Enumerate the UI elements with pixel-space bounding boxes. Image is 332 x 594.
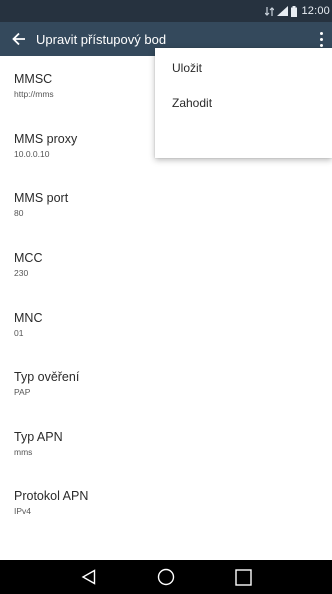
setting-mms-port[interactable]: MMS port 80 (0, 175, 332, 235)
setting-label: MMS port (14, 191, 69, 206)
menu-item-save[interactable]: Uložit (155, 48, 332, 88)
setting-label: Typ APN (14, 429, 63, 444)
battery-icon (291, 5, 298, 17)
page-title: Upravit přístupový bod (36, 31, 167, 47)
setting-value: PAP (14, 387, 31, 398)
setting-value: IPv4 (14, 506, 32, 517)
overflow-menu: Uložit Zahodit (155, 48, 332, 158)
setting-apn-type[interactable]: Typ APN mms (0, 414, 332, 474)
setting-label: Protokol APN (14, 489, 89, 504)
back-arrow-icon[interactable] (2, 22, 36, 56)
nav-home-icon[interactable] (151, 562, 181, 592)
setting-value: 80 (14, 208, 24, 219)
setting-mcc[interactable]: MCC 230 (0, 235, 332, 295)
menu-item-discard[interactable]: Zahodit (155, 88, 332, 118)
nav-back-icon[interactable] (74, 562, 104, 592)
data-arrows-icon (265, 6, 275, 17)
setting-value: mms (14, 446, 33, 457)
setting-mnc[interactable]: MNC 01 (0, 294, 332, 354)
setting-label: MCC (14, 251, 43, 266)
setting-label: Typ ověření (14, 370, 80, 385)
status-bar: 12:00 (0, 0, 332, 22)
setting-apn-protocol[interactable]: Protokol APN IPv4 (0, 473, 332, 533)
navigation-bar (0, 560, 332, 594)
setting-label: MNC (14, 310, 43, 325)
setting-value: 230 (14, 268, 29, 279)
setting-value: 01 (14, 327, 24, 338)
signal-icon (277, 6, 289, 16)
nav-recents-icon[interactable] (228, 562, 258, 592)
setting-auth-type[interactable]: Typ ověření PAP (0, 354, 332, 414)
status-time: 12:00 (301, 5, 330, 17)
